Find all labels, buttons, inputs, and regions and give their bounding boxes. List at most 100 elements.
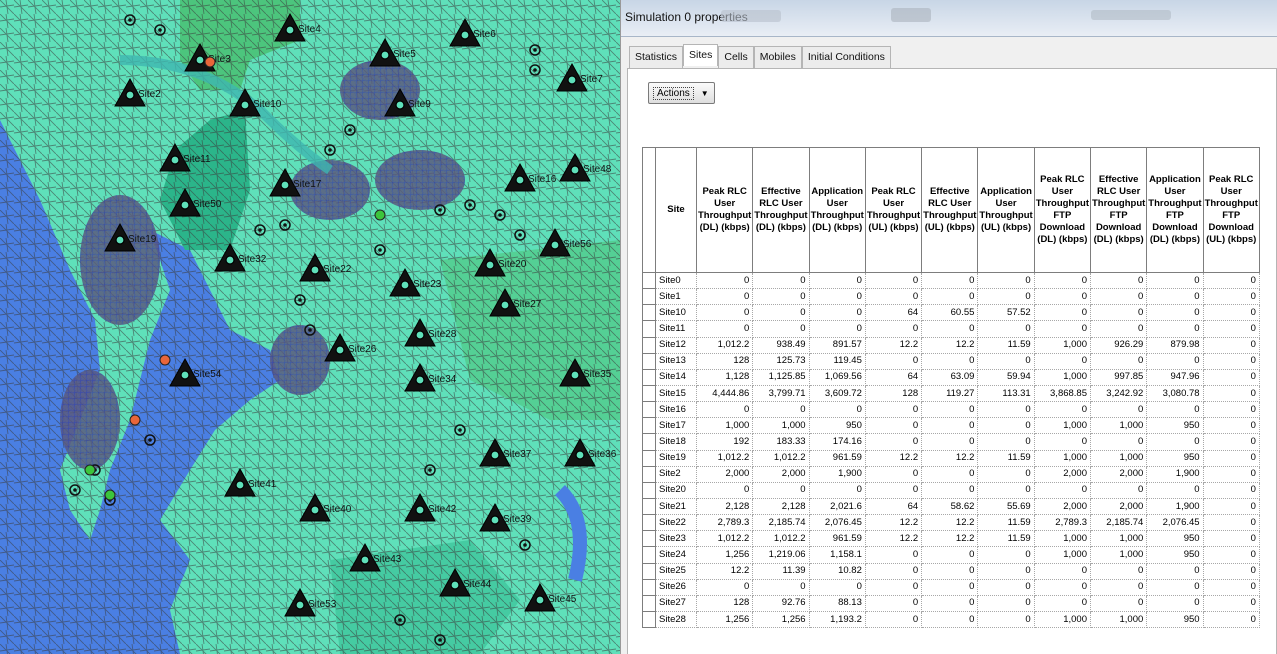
site-name-cell[interactable]: Site12 — [655, 336, 697, 354]
table-cell[interactable]: 1,125.85 — [752, 368, 810, 386]
table-cell[interactable]: 1,158.1 — [808, 546, 866, 564]
table-cell[interactable]: 0 — [864, 320, 923, 338]
table-cell[interactable]: 1,000 — [1033, 336, 1092, 354]
table-cell[interactable]: 0 — [808, 401, 866, 419]
table-row[interactable]: Site25 12.2 11.39 10.82 0 0 0 0 0 0 0 — [642, 562, 1260, 580]
table-row[interactable]: Site26 0 0 0 0 0 0 0 0 0 0 — [642, 578, 1260, 596]
table-cell[interactable]: 0 — [1033, 352, 1092, 370]
table-cell[interactable]: 88.13 — [808, 594, 866, 612]
table-cell[interactable]: 0 — [864, 610, 923, 629]
table-row[interactable]: Site20 0 0 0 0 0 0 0 0 0 0 — [642, 481, 1260, 499]
table-cell[interactable]: 0 — [1202, 578, 1260, 596]
column-header[interactable]: Peak RLC User Throughput (DL) (kbps) — [695, 147, 754, 273]
table-cell[interactable]: 1,000 — [1089, 546, 1148, 564]
table-cell[interactable]: 0 — [752, 401, 810, 419]
tab-statistics[interactable]: Statistics — [629, 46, 684, 68]
row-selector[interactable] — [642, 610, 656, 629]
table-cell[interactable]: 1,000 — [1089, 449, 1148, 467]
table-cell[interactable]: 0 — [752, 304, 810, 322]
table-cell[interactable]: 0 — [695, 271, 754, 290]
table-cell[interactable]: 0 — [921, 610, 979, 629]
table-cell[interactable]: 0 — [695, 578, 754, 596]
table-cell[interactable]: 950 — [808, 417, 866, 435]
row-selector[interactable] — [642, 514, 656, 532]
table-cell[interactable]: 1,219.06 — [752, 546, 810, 564]
table-cell[interactable]: 0 — [752, 271, 810, 290]
table-cell[interactable]: 0 — [695, 288, 754, 306]
tab-cells[interactable]: Cells — [718, 46, 754, 68]
table-cell[interactable]: 3,242.92 — [1089, 384, 1148, 403]
table-cell[interactable]: 0 — [1146, 288, 1204, 306]
table-cell[interactable]: 0 — [1146, 320, 1204, 338]
table-cell[interactable]: 2,000 — [752, 465, 810, 483]
table-cell[interactable]: 0 — [695, 320, 754, 338]
table-row[interactable]: Site15 4,444.86 3,799.71 3,609.72 128 119.27 1… — [642, 384, 1260, 403]
table-cell[interactable]: 950 — [1146, 530, 1204, 548]
table-cell[interactable]: 11.39 — [752, 562, 810, 580]
table-row[interactable]: Site22 2,789.3 2,185.74 2,076.45 12.2 12.2 11.… — [642, 514, 1260, 532]
table-cell[interactable]: 1,000 — [1033, 610, 1092, 629]
table-cell[interactable]: 0 — [864, 578, 923, 596]
table-cell[interactable]: 950 — [1146, 610, 1204, 629]
table-cell[interactable]: 0 — [1089, 401, 1148, 419]
row-selector[interactable] — [642, 401, 656, 419]
table-cell[interactable]: 0 — [921, 433, 979, 451]
table-row[interactable]: Site23 1,012.2 1,012.2 961.59 12.2 12.2 11.59 1… — [642, 530, 1260, 548]
table-cell[interactable]: 0 — [1146, 401, 1204, 419]
table-row[interactable]: Site21 2,128 2,128 2,021.6 64 58.62 55.69 2,000… — [642, 497, 1260, 516]
window-titlebar[interactable]: Simulation 0 properties — [621, 0, 1277, 37]
table-cell[interactable]: 1,000 — [1033, 546, 1092, 564]
table-cell[interactable]: 0 — [977, 417, 1035, 435]
table-cell[interactable]: 60.55 — [921, 304, 979, 322]
table-cell[interactable]: 0 — [808, 304, 866, 322]
column-header[interactable]: Application User Throughput (UL) (kbps) — [977, 147, 1035, 273]
row-selector[interactable] — [642, 271, 656, 290]
column-header[interactable]: Peak RLC User Throughput (UL) (kbps) — [864, 147, 923, 273]
table-cell[interactable]: 12.2 — [921, 514, 979, 532]
table-cell[interactable]: 0 — [1089, 304, 1148, 322]
table-cell[interactable]: 2,128 — [695, 497, 754, 516]
table-cell[interactable]: 113.31 — [977, 384, 1035, 403]
table-cell[interactable]: 0 — [752, 320, 810, 338]
table-cell[interactable]: 1,069.56 — [808, 368, 866, 386]
table-cell[interactable]: 2,000 — [1033, 497, 1092, 516]
table-cell[interactable]: 0 — [1033, 304, 1092, 322]
table-cell[interactable]: 0 — [1202, 562, 1260, 580]
row-selector[interactable] — [642, 336, 656, 354]
table-cell[interactable]: 183.33 — [752, 433, 810, 451]
table-cell[interactable]: 0 — [1033, 271, 1092, 290]
table-cell[interactable]: 0 — [1202, 320, 1260, 338]
table-cell[interactable]: 64 — [864, 497, 923, 516]
table-cell[interactable]: 2,789.3 — [695, 514, 754, 532]
table-cell[interactable]: 0 — [1146, 304, 1204, 322]
row-selector[interactable] — [642, 417, 656, 435]
table-cell[interactable]: 0 — [864, 271, 923, 290]
table-cell[interactable]: 1,000 — [1089, 530, 1148, 548]
table-cell[interactable]: 0 — [752, 288, 810, 306]
row-selector[interactable] — [642, 288, 656, 306]
table-cell[interactable]: 0 — [695, 481, 754, 499]
table-cell[interactable]: 0 — [1202, 449, 1260, 467]
table-row[interactable]: Site2 2,000 2,000 1,900 0 0 0 2,000 2,000 1,900 0 — [642, 465, 1260, 483]
table-cell[interactable]: 926.29 — [1089, 336, 1148, 354]
table-cell[interactable]: 1,000 — [1033, 368, 1092, 386]
table-cell[interactable]: 0 — [1089, 433, 1148, 451]
table-cell[interactable]: 2,000 — [1089, 497, 1148, 516]
table-row[interactable]: Site1 0 0 0 0 0 0 0 0 0 0 — [642, 288, 1260, 306]
table-cell[interactable]: 0 — [1033, 594, 1092, 612]
table-cell[interactable]: 0 — [1146, 433, 1204, 451]
map-view[interactable]: Site4 Site3 Site5 Site6 Site7 Site2 Site10 Site… — [0, 0, 620, 654]
table-cell[interactable]: 4,444.86 — [695, 384, 754, 403]
column-header[interactable]: Peak RLC User Throughput FTP Download (U… — [1202, 147, 1260, 273]
table-cell[interactable]: 11.59 — [977, 449, 1035, 467]
site-name-cell[interactable]: Site1 — [655, 288, 697, 306]
table-cell[interactable]: 0 — [1202, 401, 1260, 419]
table-cell[interactable]: 0 — [921, 562, 979, 580]
table-cell[interactable]: 0 — [808, 288, 866, 306]
table-cell[interactable]: 0 — [1089, 594, 1148, 612]
table-cell[interactable]: 0 — [1033, 320, 1092, 338]
table-cell[interactable]: 0 — [977, 320, 1035, 338]
table-cell[interactable]: 0 — [1033, 578, 1092, 596]
table-cell[interactable]: 1,000 — [1033, 417, 1092, 435]
row-selector[interactable] — [642, 594, 656, 612]
